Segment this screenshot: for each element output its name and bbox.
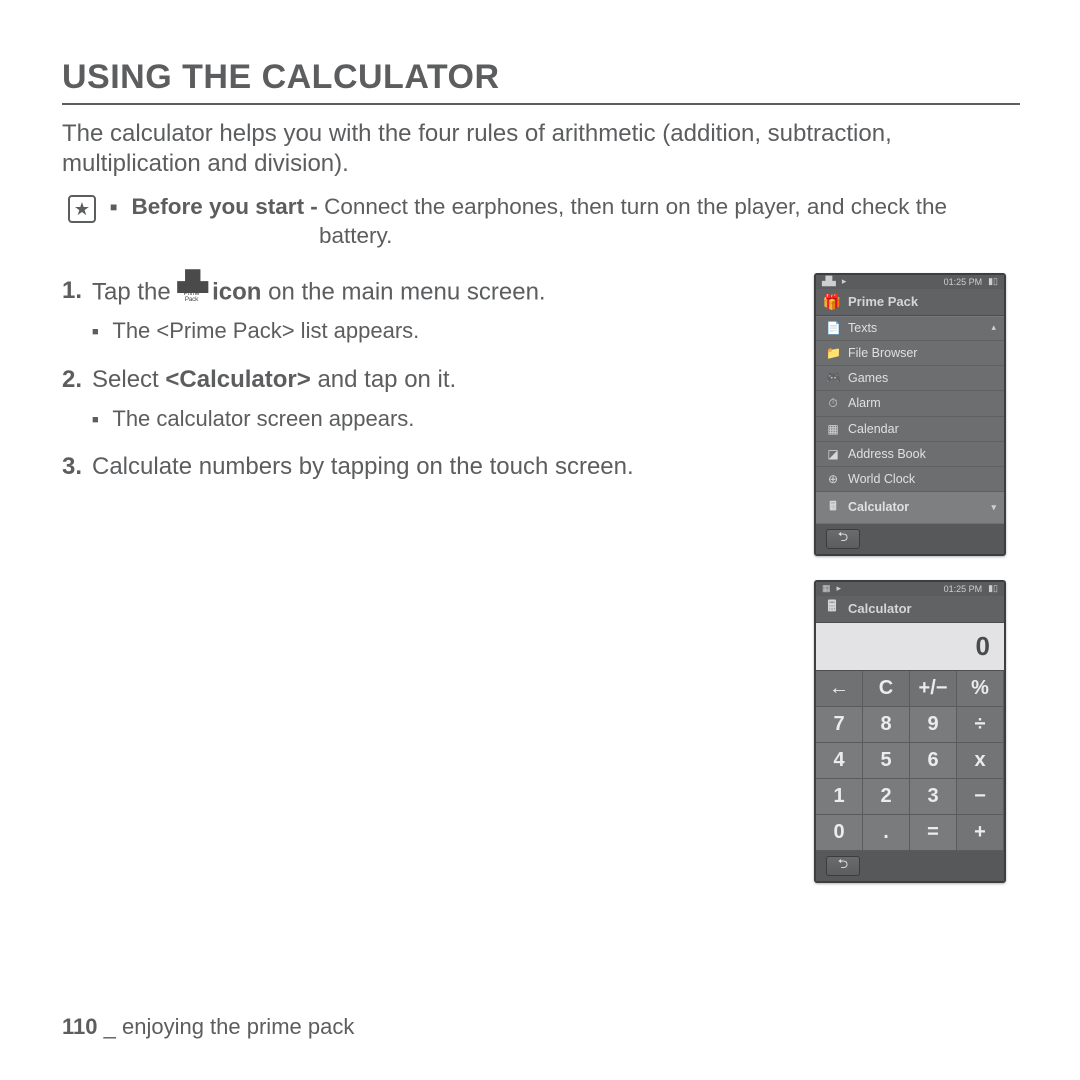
page-number: 110 (62, 1014, 98, 1039)
screen-title: Calculator (848, 601, 912, 616)
list-item[interactable]: ⏱ Alarm (816, 391, 1004, 417)
step-3: 3. Calculate numbers by tapping on the t… (62, 449, 770, 485)
step-1: 1. Tap the ▟▙ Prime Pack icon on the mai… (62, 273, 770, 311)
item-type-icon: 📁 (826, 346, 840, 360)
list-item[interactable]: 🖩 Calculator ▾ (816, 492, 1004, 524)
calc-key[interactable]: 8 (863, 707, 910, 743)
item-label: Texts (848, 321, 877, 335)
calc-key[interactable]: . (863, 815, 910, 851)
calc-key[interactable]: ÷ (957, 707, 1004, 743)
step-2: 2. Select <Calculator> and tap on it. (62, 362, 770, 398)
sub-text: The <Prime Pack> list appears. (112, 318, 419, 343)
item-type-icon: 📄 (826, 321, 840, 335)
calc-key[interactable]: ← (816, 671, 863, 707)
steps-list: 1. Tap the ▟▙ Prime Pack icon on the mai… (62, 273, 770, 883)
step-number: 3. (62, 449, 92, 485)
calc-key[interactable]: 0 (816, 815, 863, 851)
scroll-down-icon: ▾ (991, 502, 996, 513)
screen-title: Prime Pack (848, 294, 918, 309)
footer-text: enjoying the prime pack (122, 1014, 354, 1039)
item-label: Calculator (848, 500, 909, 514)
calc-key[interactable]: 2 (863, 779, 910, 815)
screenshot-prime-pack: ▟▙ ▸ 01:25 PM ▮▯ 🎁 Prime Pack 📄 Texts ▴ 📁 Fi… (814, 273, 1006, 556)
step-bold: <Calculator> (165, 366, 310, 393)
play-icon: ▸ (842, 276, 847, 287)
calc-key[interactable]: 6 (910, 743, 957, 779)
calc-key[interactable]: +/− (910, 671, 957, 707)
item-type-icon: ▦ (826, 422, 840, 436)
back-button[interactable]: ⮌ (826, 529, 860, 549)
item-label: World Clock (848, 472, 915, 486)
step-text: and tap on it. (317, 366, 456, 393)
calc-key[interactable]: C (863, 671, 910, 707)
step-text: Tap the (92, 278, 177, 305)
calculator-icon: 🖩 (824, 601, 840, 617)
calc-key[interactable]: 5 (863, 743, 910, 779)
bullet-icon: ■ (110, 200, 117, 214)
status-time: 01:25 PM (944, 584, 983, 594)
calc-key[interactable]: x (957, 743, 1004, 779)
item-type-icon: ◪ (826, 447, 840, 461)
before-label: Before you start - (132, 194, 318, 219)
calc-key[interactable]: % (957, 671, 1004, 707)
calc-key[interactable]: − (957, 779, 1004, 815)
step-1-sub: ■ The <Prime Pack> list appears. (62, 316, 770, 346)
list-item[interactable]: 🎮 Games (816, 366, 1004, 391)
item-type-icon: 🖩 (826, 497, 840, 518)
calc-mini-icon: ▦ (822, 583, 831, 594)
calc-key[interactable]: 1 (816, 779, 863, 815)
item-type-icon: 🎮 (826, 371, 840, 385)
intro-text: The calculator helps you with the four r… (62, 119, 1020, 179)
list-item[interactable]: ◪ Address Book (816, 442, 1004, 467)
item-label: Games (848, 371, 888, 385)
battery-icon: ▮▯ (988, 276, 998, 287)
calc-key[interactable]: 9 (910, 707, 957, 743)
calc-display: 0 (816, 623, 1004, 671)
calc-key[interactable]: 7 (816, 707, 863, 743)
step-number: 1. (62, 273, 92, 311)
list-item[interactable]: 📁 File Browser (816, 341, 1004, 366)
screenshot-calculator: ▦ ▸ 01:25 PM ▮▯ 🖩 Calculator 0 ←C+/−% 789… (814, 580, 1006, 883)
calc-key[interactable]: 4 (816, 743, 863, 779)
bullet-icon: ■ (92, 326, 99, 338)
calc-key[interactable]: = (910, 815, 957, 851)
step-text: Calculate numbers by tapping on the touc… (92, 453, 634, 480)
gift-icon: ▟▙ (177, 273, 205, 291)
page-title: USING THE CALCULATOR (62, 58, 1020, 105)
step-text: Select (92, 366, 165, 393)
footer-sep: _ (104, 1014, 122, 1039)
calc-key[interactable]: 3 (910, 779, 957, 815)
play-icon: ▸ (837, 583, 842, 594)
page-footer: 110 _ enjoying the prime pack (62, 1014, 354, 1040)
step-bold: icon (212, 278, 261, 305)
step-text: on the main menu screen. (268, 278, 546, 305)
star-icon: ★ (68, 195, 96, 223)
back-button[interactable]: ⮌ (826, 856, 860, 876)
scroll-up-icon: ▴ (991, 322, 996, 333)
battery-icon: ▮▯ (988, 583, 998, 594)
back-icon: ⮌ (838, 528, 848, 550)
sub-text: The calculator screen appears. (112, 406, 414, 431)
list-item[interactable]: 📄 Texts ▴ (816, 316, 1004, 341)
list-item[interactable]: ⊕ World Clock (816, 467, 1004, 492)
item-label: Address Book (848, 447, 926, 461)
item-label: Alarm (848, 396, 881, 410)
step-number: 2. (62, 362, 92, 398)
before-text-2: battery. (110, 222, 947, 251)
item-type-icon: ⏱ (826, 396, 840, 411)
before-text-1: Connect the earphones, then turn on the … (324, 194, 947, 219)
before-you-start: ★ ■ Before you start - Connect the earph… (62, 193, 1020, 251)
step-2-sub: ■ The calculator screen appears. (62, 404, 770, 434)
gift-icon: 🎁 (824, 294, 840, 310)
prime-pack-icon: ▟▙ Prime Pack (177, 273, 205, 304)
calc-key[interactable]: + (957, 815, 1004, 851)
item-label: File Browser (848, 346, 917, 360)
gift-icon: ▟▙ (822, 276, 836, 287)
item-type-icon: ⊕ (826, 472, 840, 486)
back-icon: ⮌ (838, 855, 848, 877)
item-label: Calendar (848, 422, 899, 436)
bullet-icon: ■ (92, 414, 99, 426)
status-time: 01:25 PM (944, 277, 983, 287)
list-item[interactable]: ▦ Calendar (816, 417, 1004, 442)
